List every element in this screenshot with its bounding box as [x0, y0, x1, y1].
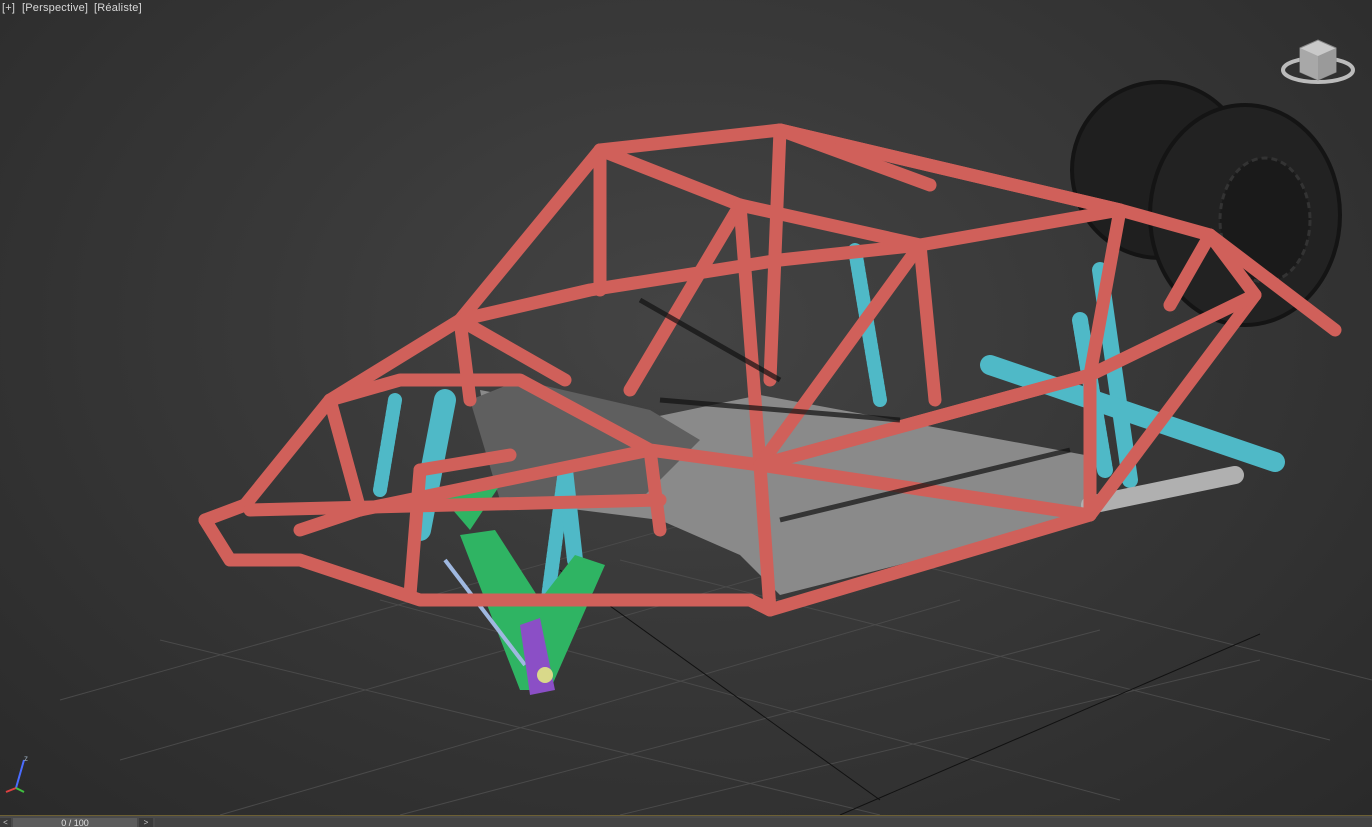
time-slider-bar: < 0 / 100 >: [0, 815, 1372, 827]
viewport-view-label[interactable]: [Perspective]: [22, 2, 88, 14]
perspective-viewport[interactable]: [+] [Perspective] [Réaliste] z: [0, 0, 1372, 815]
axis-tripod-icon: z: [5, 754, 28, 793]
axis-z-label: z: [24, 754, 28, 763]
viewport-menu-label[interactable]: [+]: [2, 2, 15, 14]
viewcube-icon[interactable]: [1280, 32, 1356, 90]
front-control-arms[interactable]: [440, 485, 605, 695]
roll-cage-model-scene[interactable]: [0, 0, 1372, 815]
world-axis-lines: [559, 569, 1261, 815]
viewport-shading-label[interactable]: [Réaliste]: [94, 2, 142, 14]
